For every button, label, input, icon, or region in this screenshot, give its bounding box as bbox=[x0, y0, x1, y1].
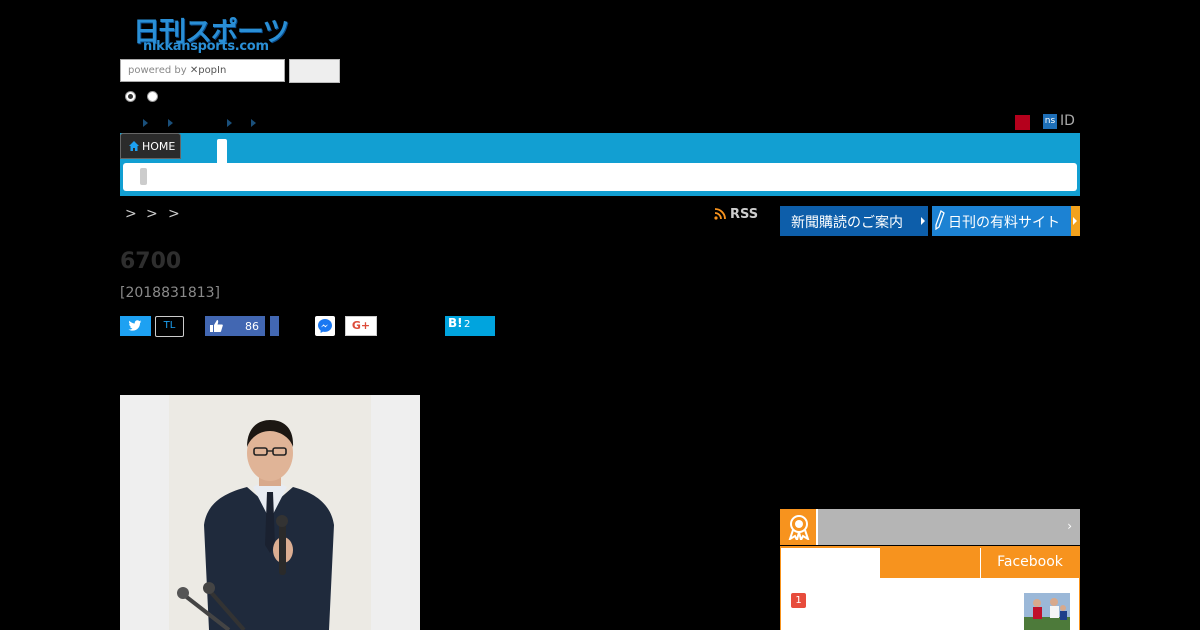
ranking-medal-icon bbox=[788, 515, 810, 540]
timeline-button[interactable]: TL bbox=[155, 316, 184, 337]
article-photo-image bbox=[169, 395, 371, 630]
ranking-badge bbox=[780, 509, 818, 545]
ns-id-icon[interactable]: ns bbox=[1043, 114, 1057, 129]
ranking-tab-facebook[interactable]: Facebook bbox=[980, 548, 1079, 578]
sub-nav bbox=[123, 163, 1077, 191]
nav-home-label: HOME bbox=[142, 140, 176, 153]
breadcrumb-separator: > bbox=[125, 206, 137, 222]
subscribe-banner-label: 新聞購読のご案内 bbox=[791, 215, 903, 231]
top-link-arrow-icon[interactable] bbox=[251, 119, 256, 127]
ranking-header[interactable]: › bbox=[780, 509, 1080, 545]
search-scope-radio-site[interactable] bbox=[125, 91, 136, 102]
twitter-icon bbox=[128, 320, 142, 331]
messenger-button[interactable] bbox=[315, 316, 335, 336]
pen-icon bbox=[935, 210, 945, 230]
article-date: [2018831813] bbox=[120, 285, 220, 301]
tweet-button[interactable] bbox=[120, 316, 151, 336]
ranking-tab-access[interactable] bbox=[781, 548, 880, 578]
top-link-arrow-icon[interactable] bbox=[168, 119, 173, 127]
site-logo[interactable]: 日刊スポーツ nikkansports.com bbox=[133, 10, 289, 56]
logo-domain: nikkansports.com bbox=[143, 39, 269, 54]
chevron-right-icon bbox=[921, 217, 925, 225]
facebook-share-button[interactable] bbox=[270, 316, 279, 336]
timeline-label: TL bbox=[163, 320, 176, 331]
google-plus-icon: G+ bbox=[351, 319, 371, 332]
hatena-count: 2 bbox=[464, 319, 471, 330]
like-count: 86 bbox=[245, 320, 259, 333]
rss-icon bbox=[714, 208, 726, 220]
search-scope-radio-web[interactable] bbox=[147, 91, 158, 102]
thumbs-up-icon bbox=[210, 320, 223, 332]
paid-site-banner-label: 日刊の有料サイト bbox=[948, 215, 1060, 231]
article-headline: 6700 bbox=[120, 249, 182, 274]
list-item[interactable]: 1 bbox=[781, 578, 1079, 630]
chevron-right-icon: › bbox=[1067, 519, 1072, 533]
search-powered-by: powered by ✕popIn bbox=[128, 65, 227, 76]
search-input[interactable]: powered by ✕popIn bbox=[120, 59, 285, 82]
sub-nav-marker bbox=[140, 168, 147, 185]
ranking-thumbnail bbox=[1024, 593, 1070, 630]
rank-number: 1 bbox=[791, 593, 806, 608]
subscribe-banner[interactable]: 新聞購読のご案内 bbox=[780, 206, 928, 236]
facebook-like-button[interactable]: 86 bbox=[205, 316, 265, 336]
top-link-arrow-icon[interactable] bbox=[227, 119, 232, 127]
ranking-tab-facebook-label: Facebook bbox=[997, 554, 1063, 570]
search-button[interactable] bbox=[289, 59, 340, 83]
top-link-arrow-icon[interactable] bbox=[143, 119, 148, 127]
paid-site-banner[interactable]: 日刊の有料サイト bbox=[932, 206, 1080, 236]
hatena-bookmark-button[interactable]: B! 2 bbox=[445, 316, 495, 336]
article-photo[interactable] bbox=[120, 395, 420, 630]
nav-home-tab[interactable]: HOME bbox=[120, 133, 181, 159]
messenger-icon bbox=[318, 319, 332, 333]
chevron-right-icon bbox=[1073, 217, 1077, 225]
breadcrumb-separator: > bbox=[168, 206, 180, 222]
breadcrumb-separator: > bbox=[146, 206, 158, 222]
google-plus-button[interactable]: G+ bbox=[345, 316, 377, 336]
ranking-tabs: Facebook bbox=[780, 546, 1080, 578]
nav-tab-active[interactable] bbox=[217, 139, 227, 163]
home-icon bbox=[129, 141, 139, 151]
ranking-list: 1 bbox=[780, 578, 1080, 630]
ns-id-label[interactable]: ID bbox=[1060, 113, 1075, 129]
rss-label: RSS bbox=[730, 207, 759, 222]
hatena-icon: B! bbox=[448, 316, 463, 330]
member-icon[interactable] bbox=[1015, 115, 1030, 130]
